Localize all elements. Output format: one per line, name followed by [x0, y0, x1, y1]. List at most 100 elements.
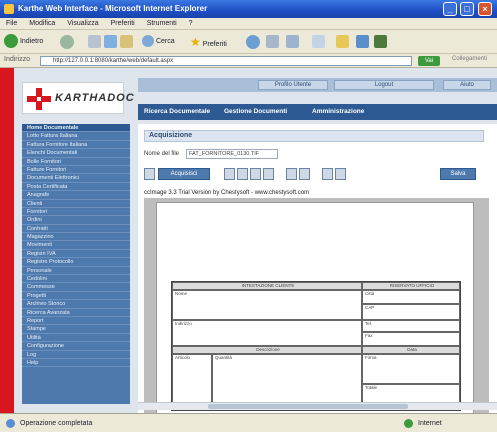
zoom-in-icon[interactable]	[224, 168, 235, 180]
sidebar-item[interactable]: Ricerca Avanzata	[22, 309, 130, 317]
sidebar-item[interactable]: Home Documentale	[22, 124, 130, 133]
sidebar-item[interactable]: Anagrafe	[22, 191, 130, 200]
address-bar: Indirizzo http://127.0.0.1:8080/karthe/w…	[0, 54, 497, 68]
sidebar-item[interactable]: Fornitori	[22, 208, 130, 217]
menu-tools[interactable]: Strumenti	[147, 20, 177, 27]
edit-icon[interactable]	[312, 35, 325, 48]
rotate-left-icon[interactable]	[286, 168, 297, 180]
internet-zone-icon	[404, 419, 413, 428]
next-page-icon[interactable]	[335, 168, 346, 180]
home-icon[interactable]	[120, 35, 133, 48]
logo-text: KARTHADOC	[55, 92, 135, 104]
form-cell-description: Descrizione	[172, 346, 362, 354]
sidebar-item[interactable]: Log	[22, 351, 130, 359]
print-icon[interactable]	[286, 35, 299, 48]
favorites-button[interactable]: ★ Preferiti	[190, 34, 227, 50]
filename-input[interactable]: FAT_FORNITORE_0130.TIF	[186, 149, 278, 159]
fit-width-icon[interactable]	[250, 168, 261, 180]
forward-arrow-icon[interactable]	[60, 35, 74, 49]
logo-mark-icon	[27, 88, 51, 110]
messenger-icon[interactable]	[356, 35, 369, 48]
browser-toolbar: Indietro Cerca ★ Preferiti	[0, 30, 497, 54]
sidebar-item[interactable]: Report	[22, 317, 130, 326]
history-icon[interactable]	[246, 35, 260, 49]
address-label: Indirizzo	[4, 56, 31, 63]
sidebar-item[interactable]: Registro Protocollo	[22, 258, 130, 267]
sidebar-item[interactable]: Help	[22, 359, 130, 368]
sidebar-item[interactable]: Fatture Fornitori	[22, 166, 130, 175]
sidebar-item[interactable]: Movimenti	[22, 241, 130, 250]
window-title: Karthe Web Interface - Microsoft Interne…	[18, 4, 208, 13]
sidebar-item[interactable]: Magazzino	[22, 233, 130, 242]
minimize-button[interactable]: _	[443, 2, 457, 16]
sidebar-item[interactable]: Progetti	[22, 292, 130, 301]
rotate-right-icon[interactable]	[299, 168, 310, 180]
zoom-out-icon[interactable]	[237, 168, 248, 180]
sidebar-item[interactable]: Registri IVA	[22, 250, 130, 259]
sidebar-item[interactable]: Utilità	[22, 334, 130, 343]
ie-icon	[4, 4, 14, 14]
menu-edit[interactable]: Modifica	[29, 20, 55, 27]
form-cell-fax: Fax	[362, 332, 460, 346]
sidebar-item[interactable]: Ordini	[22, 216, 130, 225]
sidebar-item[interactable]: Elenchi Documentali	[22, 149, 130, 158]
image-viewer[interactable]: INTESTAZIONE CLIENTE RISERVATO UFFICIO N…	[144, 198, 489, 413]
form-cell-sign: Firma	[362, 354, 460, 384]
help-button[interactable]: Aiuto	[443, 80, 491, 90]
menu-favorites[interactable]: Preferiti	[111, 20, 135, 27]
sidebar-item[interactable]: Personale	[22, 267, 130, 276]
scroll-thumb[interactable]	[208, 404, 408, 409]
sidebar-item[interactable]: Stampe	[22, 325, 130, 334]
tab-gestione[interactable]: Gestione Documenti	[224, 108, 287, 115]
status-text: Operazione completata	[20, 420, 93, 427]
acquire-button[interactable]: Acquisisci	[158, 168, 210, 180]
stop-icon[interactable]	[88, 35, 101, 48]
maximize-button[interactable]: □	[460, 2, 474, 16]
top-utility-bar: Profilo Utente Logout Aiuto	[138, 78, 497, 92]
back-button[interactable]: Indietro	[4, 34, 43, 50]
fit-page-icon[interactable]	[263, 168, 274, 180]
favorites-label: Preferiti	[202, 41, 227, 48]
sidebar-item[interactable]: Fattura Fornitore Italiana	[22, 141, 130, 150]
menu-file[interactable]: File	[6, 20, 17, 27]
sidebar-item[interactable]: Clienti	[22, 200, 130, 208]
main-nav: Ricerca Documentale Gestione Documenti A…	[138, 104, 497, 120]
main-content: Acquisizione Nome del file FAT_FORNITORE…	[138, 124, 497, 413]
sidebar-item[interactable]: Bolle Fornitori	[22, 158, 130, 166]
sidebar-item[interactable]: Contratti	[22, 225, 130, 234]
scanner-icon[interactable]	[144, 168, 155, 180]
prev-page-icon[interactable]	[322, 168, 333, 180]
scanned-document: INTESTAZIONE CLIENTE RISERVATO UFFICIO N…	[156, 202, 474, 413]
page-status-icon	[6, 419, 15, 428]
go-button[interactable]: Vai	[418, 56, 440, 66]
search-label: Cerca	[155, 38, 175, 45]
filename-label: Nome del file	[144, 151, 180, 157]
address-input[interactable]: http://127.0.0.1:8080/karthe/web/default…	[40, 56, 412, 66]
sidebar-item[interactable]: Commesse	[22, 283, 130, 292]
sidebar-item[interactable]: Lotto Fattura Italiana	[22, 132, 130, 141]
mail-icon[interactable]	[266, 35, 279, 48]
logout-button[interactable]: Logout	[334, 80, 434, 90]
form-header-left: INTESTAZIONE CLIENTE	[172, 282, 362, 290]
folder-icon[interactable]	[336, 35, 349, 48]
tab-ricerca[interactable]: Ricerca Documentale	[144, 108, 210, 115]
save-button[interactable]: Salva	[440, 168, 476, 180]
sidebar-item[interactable]: Cedolini	[22, 275, 130, 284]
horizontal-scrollbar[interactable]	[138, 402, 497, 410]
sidebar-item[interactable]: Posta Certificata	[22, 183, 130, 192]
sidebar-item[interactable]: Configurazione	[22, 342, 130, 351]
search-button[interactable]: Cerca	[142, 34, 175, 50]
sidebar-item[interactable]: Archivio Storico	[22, 300, 130, 309]
refresh-icon[interactable]	[104, 35, 117, 48]
tab-amministrazione[interactable]: Amministrazione	[312, 108, 364, 115]
menu-view[interactable]: Visualizza	[67, 20, 98, 27]
close-button[interactable]: ×	[478, 2, 492, 16]
links-label[interactable]: Collegamenti	[452, 56, 487, 62]
profile-button[interactable]: Profilo Utente	[258, 80, 328, 90]
tools-icon[interactable]	[374, 35, 387, 48]
scanned-form: INTESTAZIONE CLIENTE RISERVATO UFFICIO N…	[171, 281, 461, 411]
menu-help[interactable]: ?	[189, 20, 193, 27]
sidebar-item[interactable]: Documenti Elettronici	[22, 174, 130, 183]
section-title: Acquisizione	[144, 130, 484, 142]
form-cell-date: Data	[362, 346, 460, 354]
